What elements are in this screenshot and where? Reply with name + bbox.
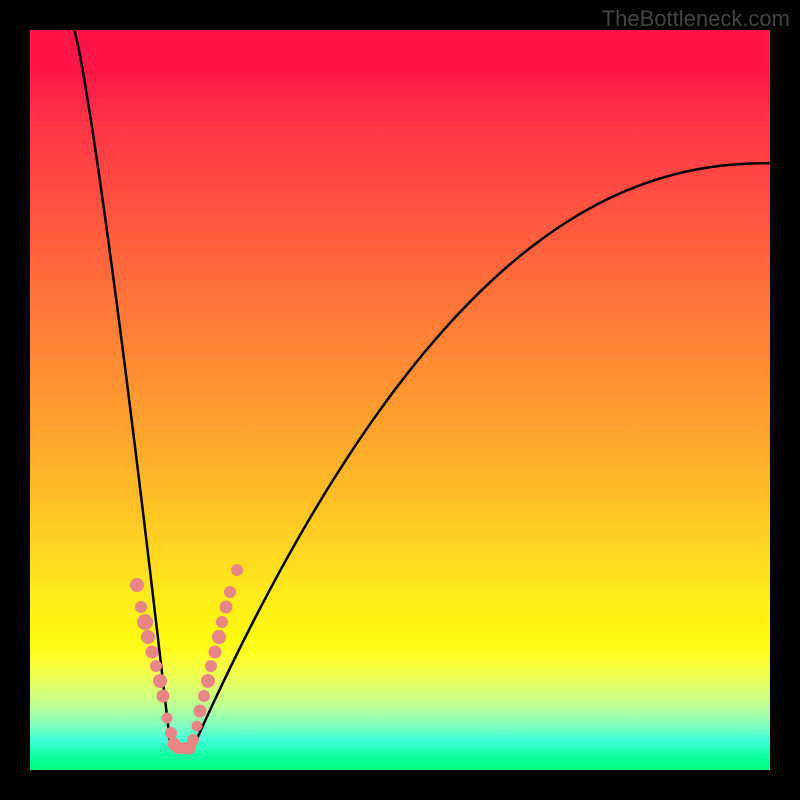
data-marker xyxy=(212,630,226,644)
data-marker xyxy=(137,614,153,630)
data-marker xyxy=(224,586,236,598)
data-marker xyxy=(146,645,159,658)
markers-layer xyxy=(30,30,770,770)
data-marker xyxy=(150,660,162,672)
data-marker xyxy=(205,660,217,672)
data-marker xyxy=(231,564,243,576)
data-marker xyxy=(201,674,215,688)
data-marker xyxy=(220,601,233,614)
data-marker xyxy=(191,720,202,731)
data-marker xyxy=(161,713,172,724)
data-marker xyxy=(135,601,147,613)
data-marker xyxy=(187,734,199,746)
chart-area xyxy=(30,30,770,770)
data-marker xyxy=(141,630,155,644)
watermark: TheBottleneck.com xyxy=(602,6,790,32)
data-marker xyxy=(130,578,144,592)
data-marker xyxy=(194,704,207,717)
data-marker xyxy=(157,690,170,703)
data-marker xyxy=(216,616,228,628)
data-marker xyxy=(209,645,222,658)
data-marker xyxy=(198,690,210,702)
data-marker xyxy=(153,674,167,688)
